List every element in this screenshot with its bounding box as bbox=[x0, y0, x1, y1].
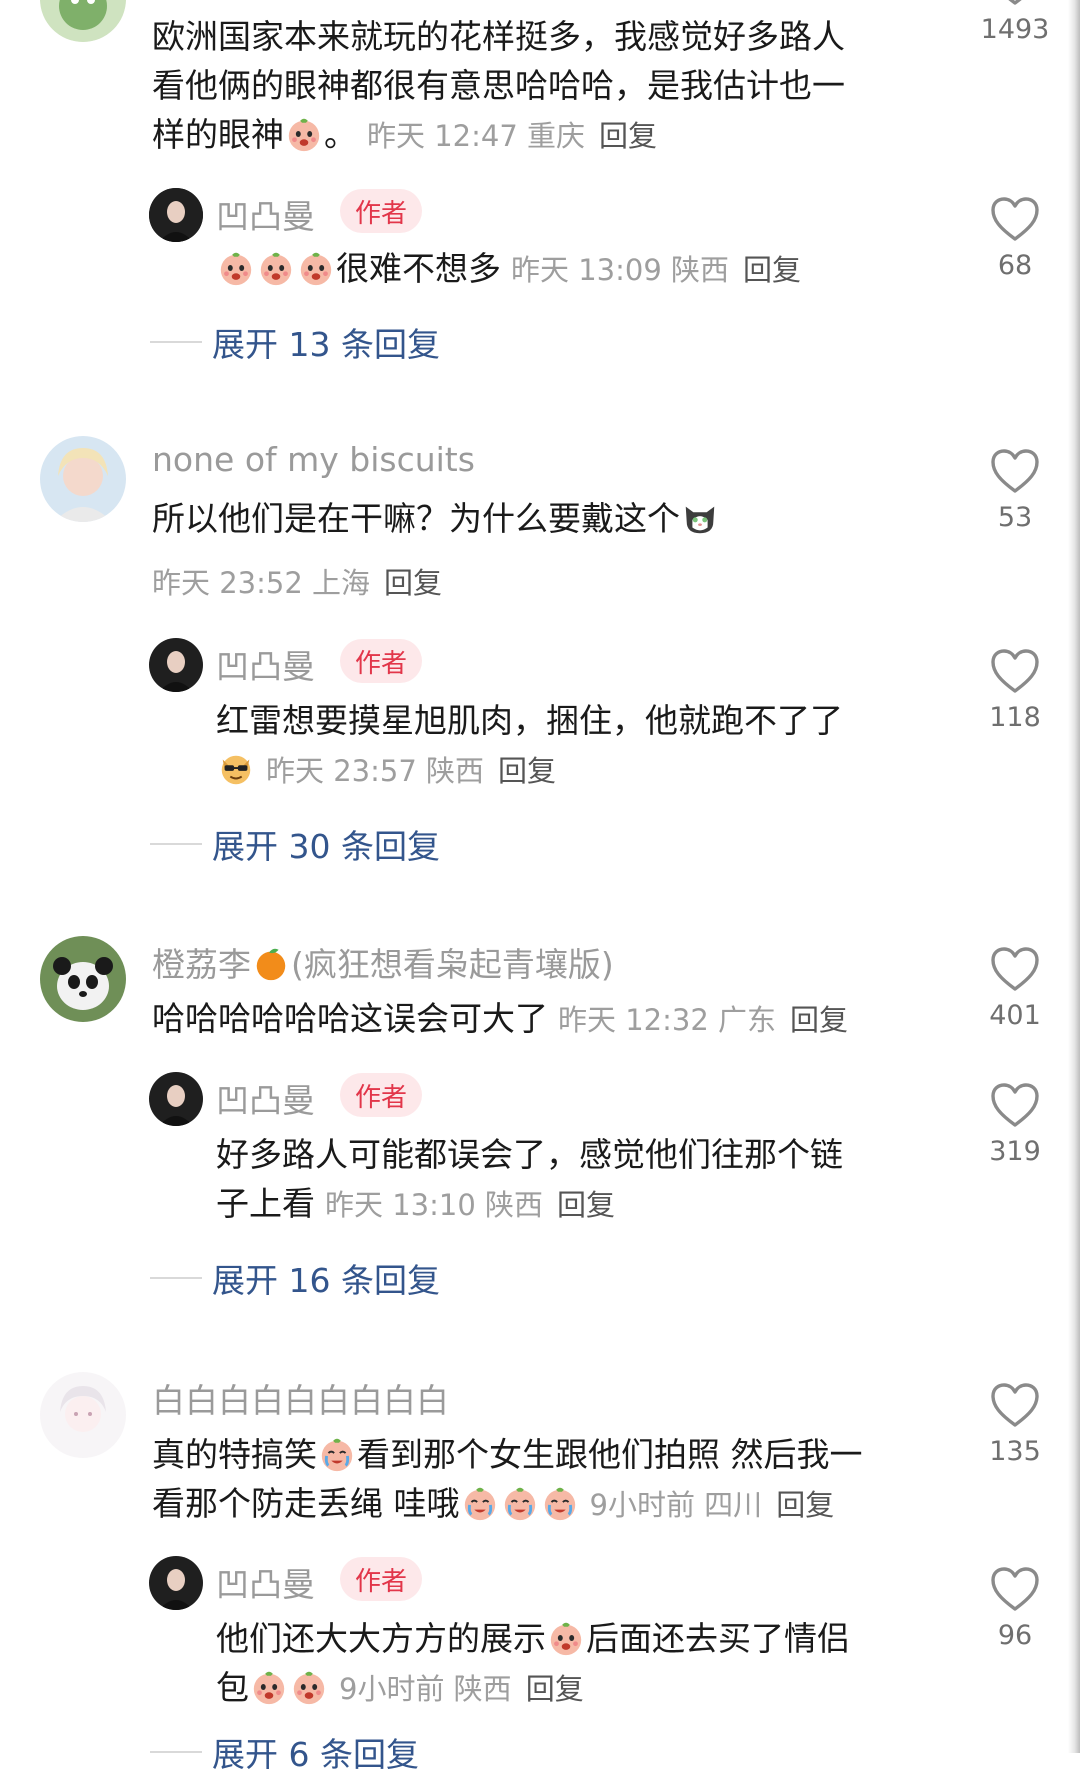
like-button[interactable]: 53 bbox=[975, 448, 1055, 533]
crying-emoji bbox=[501, 1484, 539, 1522]
comment-text: 欧洲国家本来就玩的花样挺多，我感觉好多路人 看他俩的眼神都很有意思哈哈哈，是我估… bbox=[152, 17, 845, 154]
like-button[interactable]: 118 bbox=[975, 648, 1055, 733]
heart-outline-icon bbox=[990, 1082, 1040, 1128]
like-button[interactable]: 319 bbox=[975, 1082, 1055, 1167]
expand-replies-link[interactable]: 展开 13 条回复 bbox=[150, 318, 440, 366]
avatar[interactable] bbox=[40, 436, 126, 522]
peach-emoji bbox=[290, 1668, 328, 1706]
expand-replies-link[interactable]: 展开 30 条回复 bbox=[150, 820, 440, 868]
reply-username[interactable]: 凹凸曼 bbox=[216, 640, 315, 688]
divider bbox=[150, 843, 202, 845]
reply-username[interactable]: 凹凸曼 bbox=[216, 1558, 315, 1606]
comment-text: 哈哈哈哈哈哈这误会可大了 昨天 12:32 广东 回复 bbox=[152, 999, 849, 1038]
heart-outline-icon bbox=[990, 1566, 1040, 1612]
like-count: 118 bbox=[989, 702, 1041, 733]
peach-emoji bbox=[250, 1668, 288, 1706]
comment-text: 所以他们是在干嘛？为什么要戴这个 bbox=[152, 494, 720, 543]
heart-outline-icon bbox=[990, 946, 1040, 992]
like-count: 319 bbox=[989, 1136, 1041, 1167]
heart-outline-icon bbox=[990, 648, 1040, 694]
comment-list: 欧洲国家本来就玩的花样挺多，我感觉好多路人 看他俩的眼神都很有意思哈哈哈，是我估… bbox=[0, 0, 1080, 1774]
expand-replies-link[interactable]: 展开 16 条回复 bbox=[150, 1254, 440, 1302]
dog-sunglasses-emoji bbox=[217, 750, 255, 788]
reply-button[interactable]: 回复 bbox=[776, 1488, 834, 1522]
page-edge bbox=[1068, 0, 1080, 1753]
like-button[interactable]: 96 bbox=[975, 1566, 1055, 1651]
author-badge: 作者 bbox=[340, 639, 422, 683]
comment-meta: 昨天 23:52 上海 回复 bbox=[152, 566, 443, 600]
comment-meta: 昨天 12:32 广东 回复 bbox=[558, 1003, 849, 1037]
comment-meta: 9小时前 四川 回复 bbox=[589, 1488, 835, 1522]
commenter-username[interactable]: 白白白白白白白白白 bbox=[152, 1374, 449, 1422]
heart-outline-icon bbox=[990, 1382, 1040, 1428]
avatar[interactable] bbox=[40, 1372, 126, 1458]
cat-emoji bbox=[681, 499, 719, 537]
comment-meta: 昨天 12:47 重庆 回复 bbox=[367, 119, 658, 153]
like-button[interactable]: 68 bbox=[975, 196, 1055, 281]
divider bbox=[150, 341, 202, 343]
reply-username[interactable]: 凹凸曼 bbox=[216, 190, 315, 238]
peach-emoji bbox=[217, 249, 255, 287]
like-count: 96 bbox=[997, 1620, 1033, 1651]
avatar[interactable] bbox=[40, 0, 126, 42]
reply-text: 很难不想多 昨天 13:09 陕西 回复 bbox=[216, 244, 801, 295]
author-avatar[interactable] bbox=[149, 638, 203, 692]
peach-emoji bbox=[257, 249, 295, 287]
like-button[interactable]: 1493 bbox=[975, 0, 1055, 45]
peach-emoji bbox=[285, 115, 323, 153]
reply-text: 红雷想要摸星旭肌肉，捆住，他就跑不了了 昨天 23:57 陕西 回复 bbox=[216, 701, 843, 788]
reply-button[interactable]: 回复 bbox=[498, 754, 556, 788]
commenter-username[interactable]: none of my biscuits bbox=[152, 440, 475, 479]
reply-button[interactable]: 回复 bbox=[557, 1188, 615, 1222]
author-avatar[interactable] bbox=[149, 1072, 203, 1126]
comment-text: 真的特搞笑 看到那个女生跟他们拍照 然后我一 看那个防走丢绳 哇哦 9小时前 四川回… bbox=[152, 1435, 863, 1523]
like-count: 53 bbox=[997, 502, 1033, 533]
commenter-username[interactable]: 橙荔李 (疯狂想看枭起青壤版) bbox=[152, 938, 614, 986]
reply-text: 他们还大大方方的展示 后面还去买了情侣 包 9小时前 陕西 回复 bbox=[216, 1619, 850, 1707]
heart-outline-icon bbox=[990, 196, 1040, 242]
heart-outline-icon bbox=[990, 0, 1040, 6]
expand-replies-link[interactable]: 展开 6 条回复 bbox=[150, 1728, 419, 1776]
author-badge: 作者 bbox=[340, 189, 422, 233]
author-badge: 作者 bbox=[340, 1073, 422, 1117]
heart-outline-icon bbox=[990, 448, 1040, 494]
peach-emoji bbox=[547, 1619, 585, 1657]
author-avatar[interactable] bbox=[149, 188, 203, 242]
crying-emoji bbox=[541, 1484, 579, 1522]
reply-text: 好多路人可能都误会了，感觉他们往那个链 子上看 昨天 13:10 陕西 回复 bbox=[216, 1135, 843, 1223]
like-count: 68 bbox=[997, 250, 1033, 281]
like-button[interactable]: 401 bbox=[975, 946, 1055, 1031]
reply-button[interactable]: 回复 bbox=[599, 119, 657, 153]
divider bbox=[150, 1277, 202, 1279]
reply-username[interactable]: 凹凸曼 bbox=[216, 1074, 315, 1122]
reply-button[interactable]: 回复 bbox=[743, 253, 801, 287]
like-count: 1493 bbox=[980, 14, 1050, 45]
like-count: 401 bbox=[989, 1000, 1041, 1031]
orange-emoji bbox=[252, 945, 290, 983]
reply-button[interactable]: 回复 bbox=[790, 1003, 848, 1037]
crying-emoji bbox=[461, 1484, 499, 1522]
reply-button[interactable]: 回复 bbox=[384, 566, 442, 600]
reply-button[interactable]: 回复 bbox=[526, 1672, 584, 1706]
author-avatar[interactable] bbox=[149, 1556, 203, 1610]
avatar[interactable] bbox=[40, 936, 126, 1022]
peach-emoji bbox=[297, 249, 335, 287]
author-badge: 作者 bbox=[340, 1557, 422, 1601]
like-button[interactable]: 135 bbox=[975, 1382, 1055, 1467]
like-count: 135 bbox=[989, 1436, 1041, 1467]
crying-emoji bbox=[318, 1435, 356, 1473]
